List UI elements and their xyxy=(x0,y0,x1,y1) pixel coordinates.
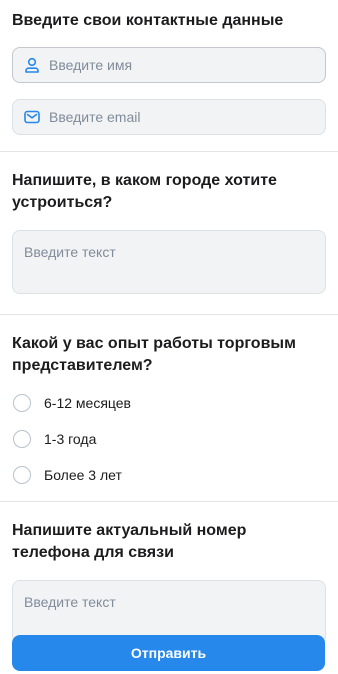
contacts-title: Введите свои контактные данные xyxy=(12,12,284,29)
radio-button[interactable] xyxy=(13,430,31,448)
experience-options: 6-12 месяцев 1-3 года Более 3 лет xyxy=(12,385,326,493)
experience-section: Какой у вас опыт работы торговым предста… xyxy=(0,315,338,493)
name-field[interactable] xyxy=(12,47,326,83)
option-label: 1-3 года xyxy=(44,431,97,447)
radio-button[interactable] xyxy=(13,466,31,484)
experience-option[interactable]: 1-3 года xyxy=(12,421,326,457)
contacts-section: Введите свои контактные данные xyxy=(0,0,338,135)
name-input[interactable] xyxy=(49,57,315,73)
city-title: Напишите, в каком городе хотите устроить… xyxy=(12,172,277,211)
phone-title: Напишите актуальный номер телефона для с… xyxy=(12,522,247,561)
email-input[interactable] xyxy=(49,109,315,125)
email-field[interactable] xyxy=(12,99,326,135)
radio-button[interactable] xyxy=(13,394,31,412)
phone-section: Напишите актуальный номер телефона для с… xyxy=(0,502,338,644)
submit-button[interactable]: Отправить xyxy=(12,635,325,671)
option-label: Более 3 лет xyxy=(44,467,122,483)
experience-title: Какой у вас опыт работы торговым предста… xyxy=(12,335,296,374)
user-icon xyxy=(23,56,41,74)
city-section: Напишите, в каком городе хотите устроить… xyxy=(0,152,338,294)
mail-icon xyxy=(23,108,41,126)
option-label: 6-12 месяцев xyxy=(44,395,131,411)
city-textarea[interactable] xyxy=(12,230,326,294)
experience-option[interactable]: Более 3 лет xyxy=(12,457,326,493)
experience-option[interactable]: 6-12 месяцев xyxy=(12,385,326,421)
